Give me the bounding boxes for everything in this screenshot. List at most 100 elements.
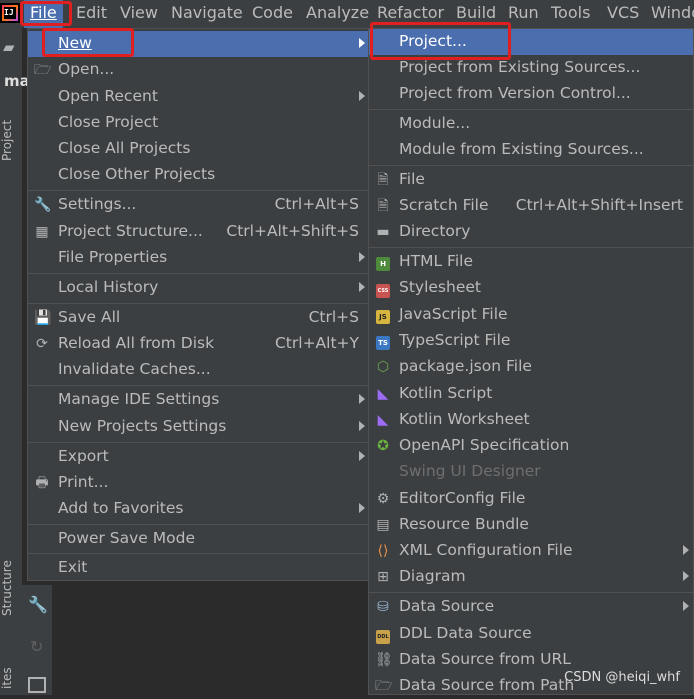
new-kotlin-worksheet[interactable]: ◣ Kotlin Worksheet <box>369 407 693 433</box>
separator <box>28 553 369 554</box>
favorites-tool-tab[interactable]: ites <box>0 658 22 698</box>
new-kotlin-script[interactable]: ◣ Kotlin Script <box>369 381 693 407</box>
file-menu-close-all-projects[interactable]: Close All Projects <box>28 136 369 162</box>
new-typescript-file[interactable]: TS TypeScript File <box>369 328 693 354</box>
file-menu-open-recent[interactable]: Open Recent <box>28 84 369 110</box>
new-swing-ui-designer: Swing UI Designer <box>399 462 541 480</box>
side-toolbar: 🔧 ↻ <box>22 585 52 695</box>
new-javascript-file[interactable]: JS JavaScript File <box>369 302 693 328</box>
menu-build[interactable]: Build <box>456 0 496 28</box>
file-menu-manage-ide-settings[interactable]: Manage IDE Settings <box>28 387 369 413</box>
new-diagram[interactable]: ⊞ Diagram <box>369 564 693 590</box>
new-directory[interactable]: ▬ Directory <box>369 219 693 245</box>
folder-icon: 🗁 <box>375 678 393 694</box>
link-icon: ⛓ <box>375 652 393 668</box>
file-menu-add-to-favorites[interactable]: Add to Favorites <box>28 496 369 522</box>
file-icon: 🗎 <box>377 172 389 188</box>
menu-code[interactable]: Code <box>252 0 293 28</box>
file-menu-close-project[interactable]: Close Project <box>28 110 369 136</box>
menu-run[interactable]: Run <box>508 0 539 28</box>
project-tool-tab[interactable]: Project <box>0 100 22 180</box>
new-scratch-file[interactable]: 🗎 Scratch File Ctrl+Alt+Shift+Insert <box>369 193 693 219</box>
separator <box>28 303 369 304</box>
new-module-from-existing-sources[interactable]: Module from Existing Sources... <box>369 137 693 163</box>
file-menu-local-history[interactable]: Local History <box>28 275 369 301</box>
new-package-json[interactable]: ⬡ package.json File <box>369 354 693 380</box>
file-menu-reload-all[interactable]: ⟳ Reload All from Disk Ctrl+Alt+Y <box>28 331 369 357</box>
menu-navigate[interactable]: Navigate <box>171 0 243 28</box>
file-menu-exit[interactable]: Exit <box>28 555 369 581</box>
separator <box>369 165 693 166</box>
file-menu-file-properties[interactable]: File Properties <box>28 245 369 271</box>
file-menu-project-structure[interactable]: ▦ Project Structure... Ctrl+Alt+Shift+S <box>28 219 369 245</box>
menu-edit[interactable]: Edit <box>76 0 107 28</box>
file-menu-invalidate-caches[interactable]: Invalidate Caches... <box>28 357 369 383</box>
tool-window-strip: ▰ ma Project Structure ites <box>0 28 30 698</box>
print-icon: 🖶 <box>35 475 49 491</box>
new-project-from-existing-sources[interactable]: Project from Existing Sources... <box>369 55 693 81</box>
new-html-file[interactable]: H HTML File <box>369 249 693 275</box>
diagram-icon: ⊞ <box>377 569 389 585</box>
new-xml-configuration-file[interactable]: ⟨⟩ XML Configuration File <box>369 538 693 564</box>
file-menu-print[interactable]: 🖶 Print... <box>28 470 369 496</box>
file-menu-new-projects-settings[interactable]: New Projects Settings <box>28 414 369 440</box>
new-resource-bundle[interactable]: ▤ Resource Bundle <box>369 512 693 538</box>
html-icon: H <box>375 254 391 271</box>
project-name-fragment: ma <box>4 72 30 90</box>
refresh-icon[interactable]: ↻ <box>30 637 43 656</box>
gear-icon: ⚙ <box>376 491 390 507</box>
database-icon: ⛁ <box>377 599 389 615</box>
new-file[interactable]: 🗎 File <box>369 167 693 193</box>
kotlin-icon: ◣ <box>377 386 389 402</box>
file-menu-export[interactable]: Export <box>28 444 369 470</box>
ddl-icon: DDL <box>375 626 391 644</box>
separator <box>28 273 369 274</box>
file-menu-new[interactable]: New <box>28 31 369 57</box>
wrench-icon[interactable]: 🔧 <box>28 595 48 614</box>
directory-icon: ▬ <box>376 224 390 240</box>
separator <box>369 247 693 248</box>
menu-tools[interactable]: Tools <box>551 0 590 28</box>
new-data-source[interactable]: ⛁ Data Source <box>369 594 693 620</box>
new-project[interactable]: Project... <box>369 29 693 55</box>
file-menu: New 🗁 Open... Open Recent Close Project C… <box>27 28 370 581</box>
scratch-file-icon: 🗎 <box>377 198 389 214</box>
new-stylesheet[interactable]: CSS Stylesheet <box>369 275 693 301</box>
menu-view[interactable]: View <box>120 0 158 28</box>
new-openapi-specification[interactable]: ✪ OpenAPI Specification <box>369 433 693 459</box>
new-editorconfig-file[interactable]: ⚙ EditorConfig File <box>369 486 693 512</box>
file-menu-settings[interactable]: 🔧 Settings... Ctrl+Alt+S <box>28 192 369 218</box>
separator <box>369 109 693 110</box>
file-menu-power-save-mode[interactable]: Power Save Mode <box>28 526 369 552</box>
watermark: CSDN @heiqi_whf <box>564 670 680 685</box>
new-submenu: Project... Project from Existing Sources… <box>368 28 694 695</box>
folder-icon[interactable]: ▰ <box>3 38 15 56</box>
resource-bundle-icon: ▤ <box>376 517 390 533</box>
new-ddl-data-source[interactable]: DDL DDL Data Source <box>369 621 693 647</box>
menu-vcs[interactable]: VCS <box>607 0 639 28</box>
separator <box>28 385 369 386</box>
new-module[interactable]: Module... <box>369 111 693 137</box>
structure-tool-tab[interactable]: Structure <box>0 548 22 628</box>
file-menu-save-all[interactable]: 💾 Save All Ctrl+S <box>28 305 369 331</box>
separator <box>28 442 369 443</box>
menu-file[interactable]: File <box>24 0 63 28</box>
file-menu-close-other-projects[interactable]: Close Other Projects <box>28 162 369 188</box>
intellij-logo-icon: IJ <box>0 3 20 23</box>
menu-window[interactable]: Windo <box>651 0 694 28</box>
project-structure-icon: ▦ <box>35 224 49 240</box>
kotlin-icon: ◣ <box>377 412 389 428</box>
file-menu-open[interactable]: 🗁 Open... <box>28 57 369 83</box>
new-project-from-vcs[interactable]: Project from Version Control... <box>369 81 693 107</box>
separator <box>369 592 693 593</box>
layout-icon[interactable] <box>28 677 46 693</box>
menu-analyze[interactable]: Analyze <box>306 0 369 28</box>
css-icon: CSS <box>375 280 391 298</box>
typescript-icon: TS <box>375 333 391 350</box>
folder-icon: 🗁 <box>34 62 52 78</box>
nodejs-icon: ⬡ <box>376 359 390 375</box>
save-icon: 💾 <box>34 310 52 326</box>
separator <box>28 524 369 525</box>
javascript-icon: JS <box>375 307 391 324</box>
menu-refactor[interactable]: Refactor <box>377 0 444 28</box>
